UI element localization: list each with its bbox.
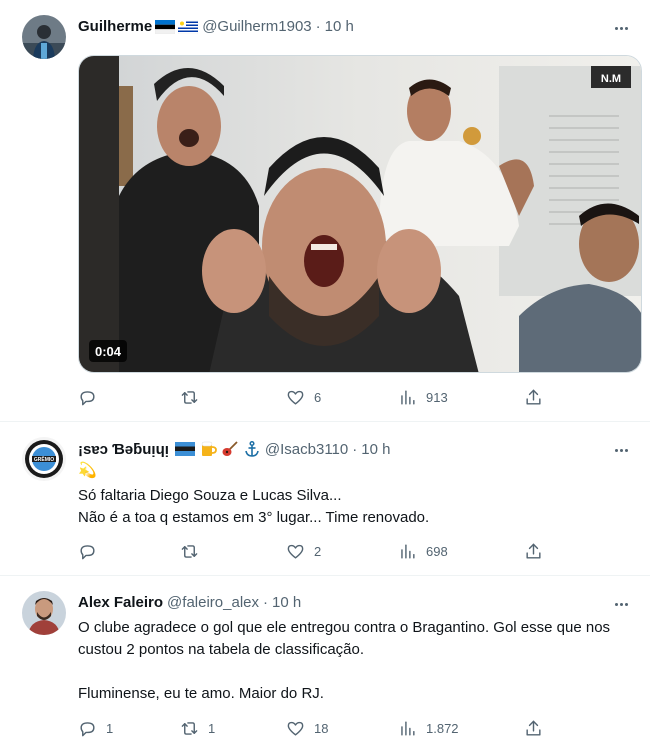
share-icon [526,389,541,405]
more-icon[interactable] [610,440,632,460]
tweet-header: Alex Faleiro @faleiro_alex · 10 h [78,594,301,611]
reply-button[interactable] [78,542,106,561]
tweet-actions: 6 913 [78,388,548,412]
heart-icon [287,721,304,736]
like-button[interactable]: 18 [286,719,328,738]
tweet-actions: 1 1 18 1.872 [78,719,548,743]
separator-dot: · [263,594,268,611]
like-count: 2 [314,544,322,559]
tweet-emoji-line: 💫 [78,462,97,479]
views-button[interactable]: 1.872 [398,719,459,738]
gremio-flag-icon [174,442,195,456]
share-icon [526,720,541,736]
share-button[interactable] [524,542,543,561]
retweet-count: 1 [208,721,216,736]
like-count: 18 [314,721,329,736]
timestamp[interactable]: 10 h [361,441,390,458]
avatar[interactable]: GRÊMIO [22,437,66,481]
separator-dot: · [352,440,358,458]
retweet-icon [181,545,198,558]
avatar[interactable] [22,591,66,635]
share-button[interactable] [524,388,543,407]
uruguay-flag-icon [178,19,199,34]
user-name[interactable]: Guilherme [78,18,152,35]
tweet[interactable]: Guilherme @Guilherm1903 · 10 h N.M 0:04 … [0,0,650,422]
anchor-icon [245,440,259,457]
views-icon [401,544,415,559]
video-player[interactable]: N.M 0:04 [78,55,642,373]
retweet-button[interactable] [180,542,208,561]
user-handle[interactable]: @faleiro_alex [167,594,259,611]
retweet-button[interactable] [180,388,208,407]
separator-dot: · [315,18,321,35]
reply-icon [80,545,95,560]
more-icon[interactable] [610,594,632,614]
like-button[interactable]: 6 [286,388,321,407]
video-frame: N.M 0:04 [79,56,641,372]
tweet-header: ¡ѕɐɔ Ɓǝƃuᴉɥᴉ @Isacb3110 · 10 h [78,440,390,458]
tweet-header: Guilherme @Guilherm1903 · 10 h [78,18,354,35]
views-count: 698 [426,544,448,559]
tweet-text: O clube agradece o gol que ele entregou … [78,619,611,702]
timestamp[interactable]: 10 h [325,18,354,35]
tweet-actions: 2 698 [78,542,548,566]
video-duration: 0:04 [95,344,122,359]
guitar-icon [222,441,238,456]
share-icon [526,543,541,559]
timestamp[interactable]: 10 h [272,594,301,611]
tweet[interactable]: GRÊMIO ¡ѕɐɔ Ɓǝƃuᴉɥᴉ @Isacb3110 · 10 h 💫 … [0,423,650,576]
views-button[interactable]: 698 [398,542,448,561]
views-count: 913 [426,390,448,405]
heart-icon [287,544,304,559]
views-button[interactable]: 913 [398,388,448,407]
retweet-icon [181,391,198,404]
retweet-button[interactable]: 1 [180,719,215,738]
like-button[interactable]: 2 [286,542,321,561]
reply-count: 1 [106,721,114,736]
reply-button[interactable]: 1 [78,719,113,738]
views-icon [401,390,415,405]
views-icon [401,721,415,736]
video-watermark: N.M [601,73,621,85]
user-name[interactable]: ¡ѕɐɔ Ɓǝƃuᴉɥᴉ [78,441,169,458]
share-button[interactable] [524,719,543,738]
avatar[interactable] [22,15,66,59]
reply-icon [80,391,95,406]
estonia-flag-icon [155,19,176,34]
more-icon[interactable] [610,18,632,38]
heart-icon [287,390,304,405]
tweet-text: Só faltaria Diego Souza e Lucas Silva...… [78,487,430,526]
user-handle[interactable]: @Isacb3110 [265,441,348,458]
beer-icon [201,441,217,456]
svg-text:GRÊMIO: GRÊMIO [34,455,54,463]
user-handle[interactable]: @Guilherm1903 [202,18,311,35]
retweet-icon [181,722,198,735]
tweet[interactable]: Alex Faleiro @faleiro_alex · 10 h O club… [0,577,650,754]
user-name[interactable]: Alex Faleiro [78,594,163,611]
like-count: 6 [314,390,322,405]
reply-icon [80,722,95,737]
reply-button[interactable] [78,388,106,407]
views-count: 1.872 [426,721,459,736]
